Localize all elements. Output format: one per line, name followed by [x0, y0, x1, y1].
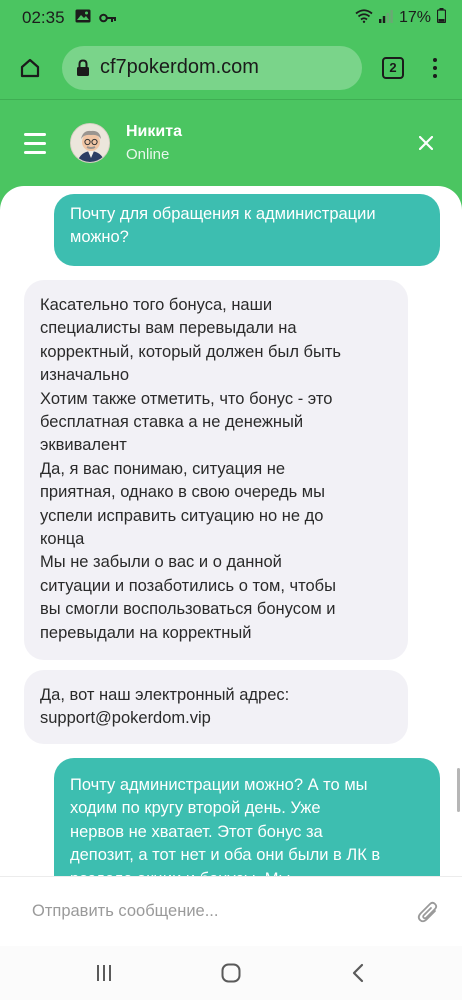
browser-menu-button[interactable]	[428, 57, 442, 78]
signal-icon	[378, 9, 393, 28]
message-line: Почту администрации можно? А то мы	[70, 776, 368, 794]
message-line: специалисты вам перевыдали на	[40, 319, 297, 338]
message-composer	[0, 876, 462, 946]
battery-percent: 17%	[398, 9, 431, 26]
agent-message: Да, вот наш электронный адрес: support@p…	[24, 670, 408, 744]
system-navigation-bar	[0, 946, 462, 1000]
home-button[interactable]	[12, 50, 48, 86]
agent-name: Никита	[126, 123, 182, 140]
wifi-icon	[355, 8, 373, 28]
more-vert-icon	[433, 57, 437, 62]
agent-avatar	[70, 123, 110, 163]
message-line: эквивалент	[40, 436, 127, 455]
message-line: Да, вот наш электронный адрес:	[40, 686, 290, 704]
home-circle-icon	[221, 963, 241, 983]
message-line: бесплатная ставка а не денежный	[40, 413, 304, 432]
message-line: Да, я вас понимаю, ситуация не	[40, 459, 286, 478]
back-button[interactable]	[338, 953, 378, 993]
agent-message: Касательно того бонуса, наши специалисты…	[24, 280, 408, 660]
user-message: Почту для обращения к администрации можн…	[54, 194, 440, 266]
close-icon	[418, 135, 434, 151]
message-line: ситуации и позаботились о том, чтобы	[40, 576, 336, 595]
recent-apps-button[interactable]	[84, 953, 124, 993]
chat-header: Никита Online	[0, 100, 462, 186]
status-time: 02:35	[22, 8, 65, 27]
message-line: конца	[40, 530, 85, 549]
url-text: cf7pokerdom.com	[100, 56, 259, 78]
battery-icon	[436, 8, 447, 28]
chat-messages[interactable]: Почту для обращения к администрации можн…	[0, 186, 462, 876]
message-line: депозит, а тот нет и оба они были в ЛК в	[70, 846, 381, 865]
message-line: успели исправить ситуацию но не до	[40, 506, 324, 525]
message-line: приятная, однако в свою очередь мы	[40, 483, 326, 502]
message-line: корректный, который должен был быть	[40, 342, 341, 361]
attach-button[interactable]	[414, 898, 442, 926]
message-line: Касательно того бонуса, наши	[40, 296, 273, 314]
message-line: Почту для обращения к администрации	[70, 205, 376, 223]
lock-icon	[76, 58, 90, 77]
message-line: вы смогли воспользоваться бонусом и	[40, 600, 336, 619]
gallery-icon	[75, 8, 91, 28]
key-icon	[98, 8, 117, 28]
message-line: Хотим также отметить, что бонус - это	[40, 389, 333, 408]
message-line: изначально	[40, 366, 129, 385]
tab-switcher-button[interactable]: 2	[382, 56, 404, 79]
home-nav-button[interactable]	[211, 953, 251, 993]
agent-status: Online	[126, 146, 170, 163]
status-bar: 02:35 17%	[0, 0, 462, 36]
user-message: Почту администрации можно? А то мы ходим…	[54, 758, 440, 876]
message-line: Мы не забыли о вас и о данной	[40, 553, 282, 572]
home-icon	[20, 58, 40, 77]
message-line: можно?	[70, 228, 129, 247]
hamburger-icon	[24, 132, 46, 136]
message-line: ходим по кругу второй день. Уже	[70, 799, 321, 818]
message-input[interactable]	[32, 902, 414, 921]
address-bar[interactable]: cf7pokerdom.com	[62, 45, 362, 90]
menu-button[interactable]	[24, 132, 46, 154]
recents-icon	[96, 965, 111, 981]
message-line: нервов не хватает. Этот бонус за	[70, 822, 323, 841]
message-line: перевыдали на корректный	[40, 623, 252, 642]
browser-toolbar: cf7pokerdom.com 2	[0, 36, 462, 100]
paperclip-icon	[417, 901, 438, 922]
scrollbar[interactable]	[457, 768, 460, 812]
back-icon	[353, 963, 364, 983]
message-line: разделе акции и бонусы. Мы	[70, 868, 424, 876]
email-link[interactable]: support@pokerdom.vip	[40, 707, 392, 730]
close-chat-button[interactable]	[414, 130, 438, 156]
